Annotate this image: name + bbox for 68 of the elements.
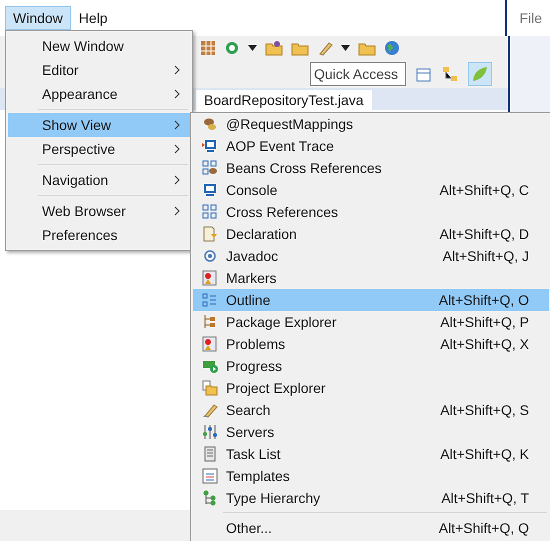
document-icon [202,226,218,242]
quick-access-field[interactable]: Quick Access [310,62,406,86]
bean-icon [202,116,218,132]
menu-item[interactable]: Declaration Alt+Shift+Q, D [193,223,549,245]
monitor-icon [202,182,218,198]
shortcut-text: Alt+Shift+Q, J [442,248,529,264]
menu-item[interactable]: Outline Alt+Shift+Q, O [193,289,549,311]
menu-item[interactable]: Type Hierarchy Alt+Shift+Q, T [193,487,549,509]
menu-item[interactable]: Templates [193,465,549,487]
shortcut-text: Alt+Shift+Q, P [440,314,529,330]
shortcut-text: Alt+Shift+Q, S [440,402,529,418]
menu-item[interactable]: Markers [193,267,549,289]
template-icon [202,468,218,484]
menu-title[interactable]: File [511,6,550,30]
shortcut-text: Alt+Shift+Q, C [440,182,529,198]
pen-icon [202,402,218,418]
dropdown-icon[interactable] [341,45,350,51]
menu-item[interactable]: Preferences [8,223,190,247]
shortcut-text: Alt+Shift+Q, X [440,336,529,352]
folder-icon[interactable] [265,40,283,56]
menu-item[interactable]: Other... Alt+Shift+Q, Q [193,517,549,539]
shortcut-text: Alt+Shift+Q, O [438,292,529,308]
monitor-icon [202,138,218,154]
hierarchy-icon [202,490,218,506]
dropdown-icon[interactable] [248,45,257,51]
menu-item[interactable]: Search Alt+Shift+Q, S [193,399,549,421]
menu-item[interactable]: Perspective [8,137,190,161]
markers-icon [202,270,218,286]
menu-item[interactable]: @RequestMappings [193,113,549,135]
editor-tab[interactable]: BoardRepositoryTest.java [196,90,372,110]
diagram-icon [202,160,218,176]
markers-icon [202,336,218,352]
menu-item[interactable]: Console Alt+Shift+Q, C [193,179,549,201]
leaf-icon [471,65,489,83]
menu-item[interactable]: Beans Cross References [193,157,549,179]
menu-item[interactable]: Task List Alt+Shift+Q, K [193,443,549,465]
outline-icon [202,292,218,308]
menu-item[interactable]: AOP Event Trace [193,135,549,157]
progress-icon [202,358,218,374]
menu-item[interactable]: Navigation [8,168,190,192]
diagram-icon [202,204,218,220]
sliders-icon [202,424,218,440]
shortcut-text: Alt+Shift+Q, K [440,446,529,462]
pen-icon[interactable] [317,40,333,56]
menu-item[interactable]: Progress [193,355,549,377]
menu-item[interactable]: Web Browser [8,199,190,223]
shortcut-text: Alt+Shift+Q, Q [438,520,529,536]
shortcut-text: Alt+Shift+Q, T [441,490,529,506]
menu-item[interactable]: Problems Alt+Shift+Q, X [193,333,549,355]
hierarchy-icon[interactable] [442,66,458,82]
menu-item[interactable]: Package Explorer Alt+Shift+Q, P [193,311,549,333]
menu-item[interactable]: Cross References [193,201,549,223]
globe-icon[interactable] [384,40,400,56]
tree-icon [202,314,218,330]
menu-item[interactable]: Editor [8,58,190,82]
menu-item[interactable]: Project Explorer [193,377,549,399]
menu-item[interactable]: Servers [193,421,549,443]
menu-item[interactable]: Javadoc Alt+Shift+Q, J [193,245,549,267]
menu-item[interactable]: Appearance [8,82,190,106]
folder-icon [202,380,218,396]
menu-title[interactable]: Help [70,6,116,30]
menu-title[interactable]: Window [5,6,71,30]
menu-item[interactable]: New Window [8,34,190,58]
menu-item[interactable]: Show View [8,113,190,137]
window-icon[interactable] [416,66,432,82]
grid-icon[interactable] [200,40,216,56]
shortcut-text: Alt+Shift+Q, D [440,226,529,242]
list-icon [202,446,218,462]
